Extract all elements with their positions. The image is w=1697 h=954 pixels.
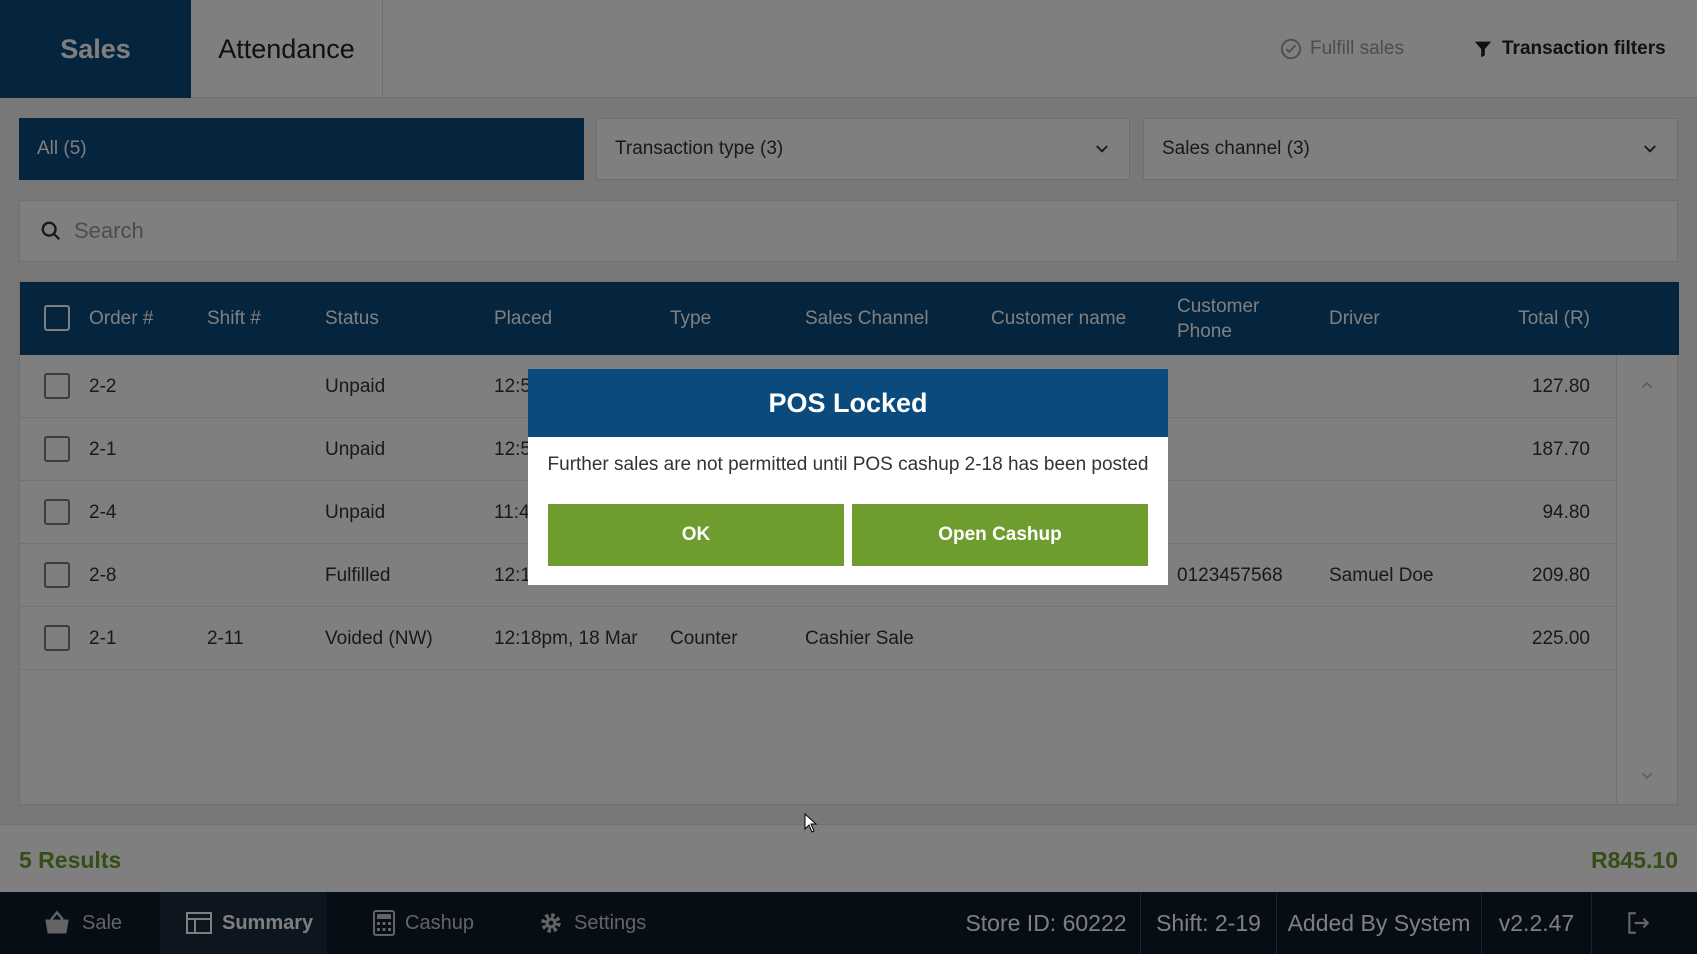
dialog-message: Further sales are not permitted until PO… (547, 454, 1149, 475)
dialog-title: POS Locked (528, 369, 1168, 437)
pos-locked-dialog: POS Locked Further sales are not permitt… (528, 369, 1168, 585)
open-cashup-button[interactable]: Open Cashup (852, 504, 1148, 566)
ok-button[interactable]: OK (548, 504, 844, 566)
mouse-cursor-icon (804, 813, 818, 833)
